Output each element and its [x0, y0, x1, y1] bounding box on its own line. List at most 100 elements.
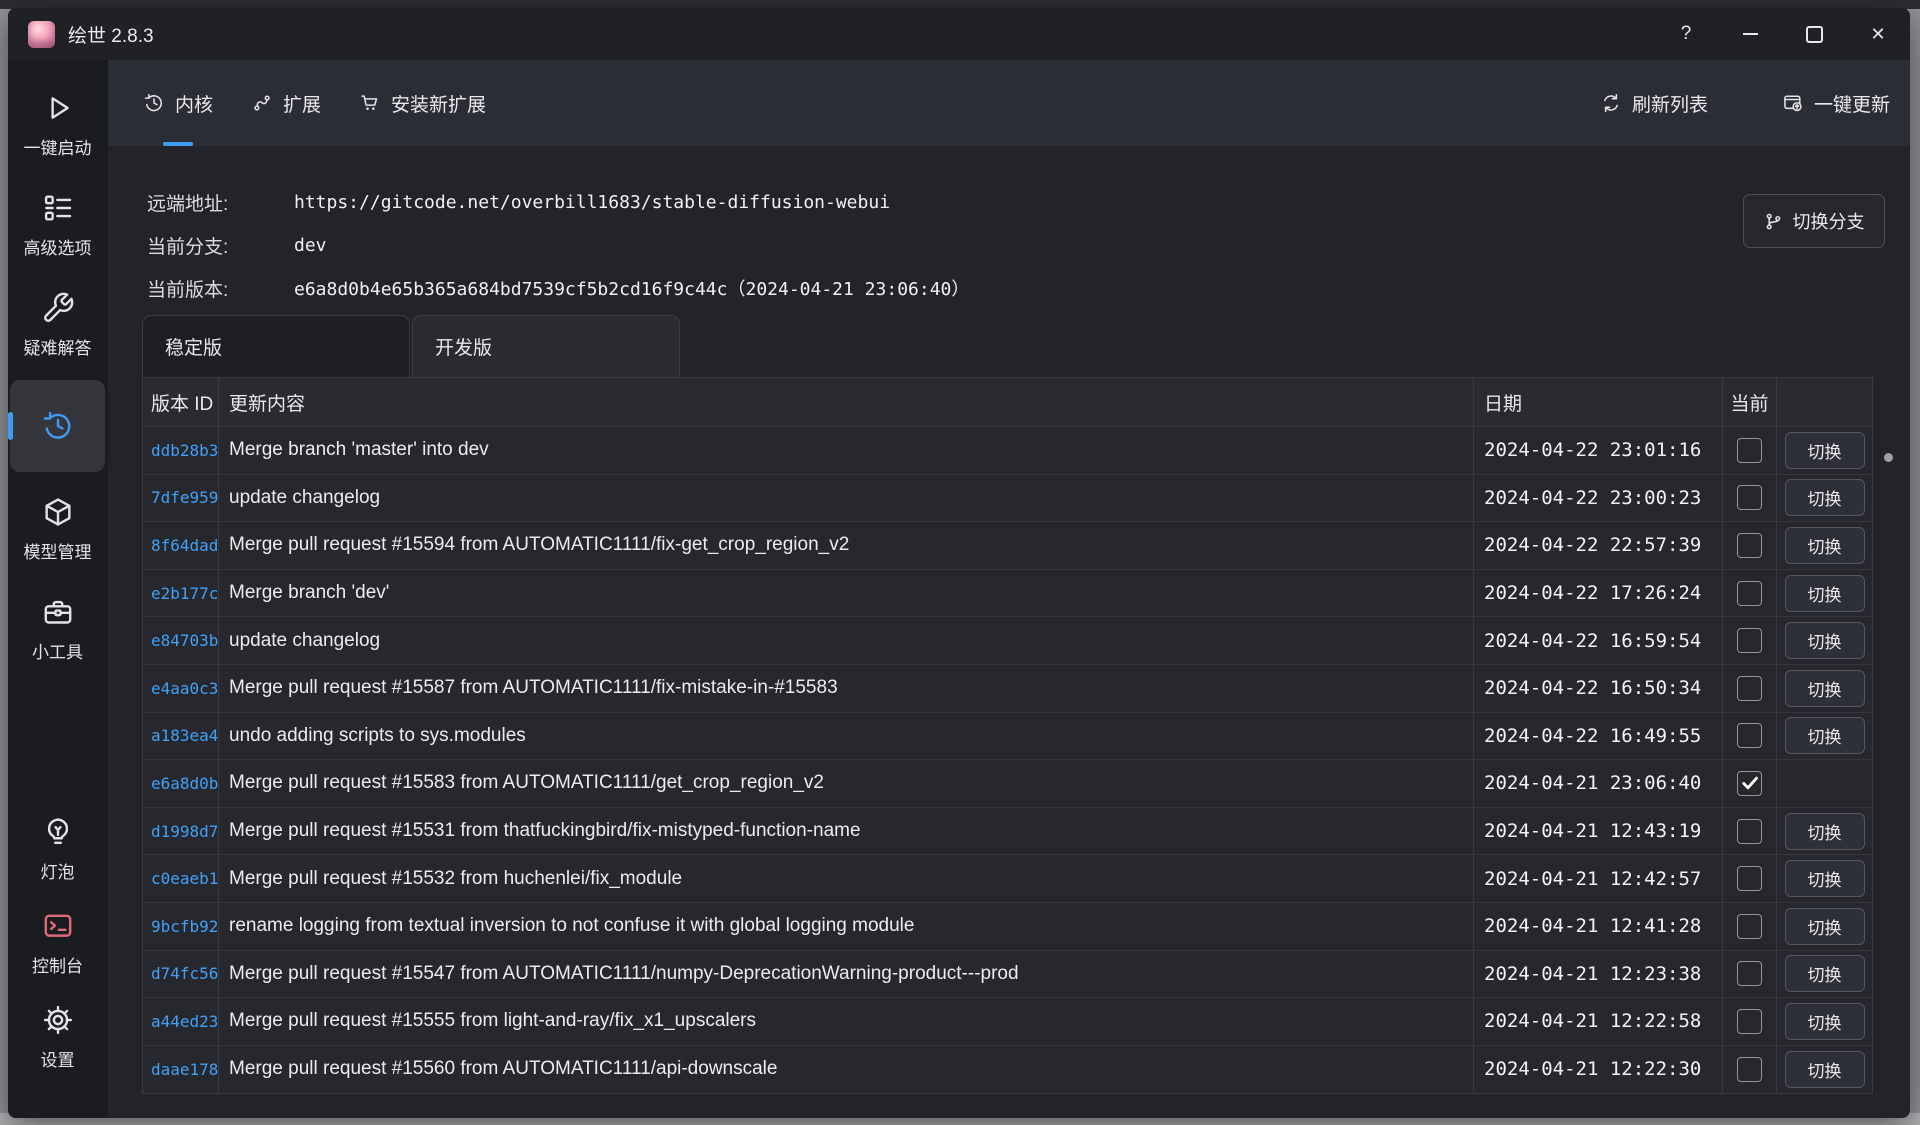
tab-kernel[interactable]: 内核 [143, 60, 213, 146]
minimize-button[interactable] [1718, 8, 1782, 60]
sidebar-item-model-manage[interactable]: 模型管理 [10, 484, 105, 572]
commit-date: 2024-04-22 16:49:55 [1474, 713, 1723, 760]
commit-message: rename logging from textual inversion to… [219, 903, 1474, 950]
switch-version-button[interactable]: 切换 [1785, 575, 1865, 612]
commit-id[interactable]: d74fc56 [143, 951, 219, 998]
header-action [1777, 378, 1872, 426]
remote-url-value: https://gitcode.net/overbill1683/stable-… [294, 192, 890, 213]
current-checkbox[interactable] [1737, 723, 1762, 748]
current-branch-value: dev [294, 235, 327, 256]
switch-version-button[interactable]: 切换 [1785, 527, 1865, 564]
info-label: 当前版本: [147, 275, 269, 302]
maximize-button[interactable] [1782, 8, 1846, 60]
play-icon [41, 91, 75, 125]
current-checkbox[interactable] [1737, 628, 1762, 653]
commit-id[interactable]: a44ed23 [143, 998, 219, 1045]
commit-id[interactable]: a183ea4 [143, 713, 219, 760]
current-checkbox[interactable] [1737, 581, 1762, 606]
shopping-cart-icon [359, 92, 381, 114]
close-button[interactable]: ✕ [1846, 8, 1910, 60]
commit-id[interactable]: 9bcfb92 [143, 903, 219, 950]
sidebar-item-label: 控制台 [32, 958, 83, 975]
switch-version-button[interactable]: 切换 [1785, 955, 1865, 992]
switch-version-button[interactable]: 切换 [1785, 432, 1865, 469]
sidebar-item-advanced-options[interactable]: 高级选项 [10, 180, 105, 268]
one-click-update-button[interactable]: 一键更新 [1782, 90, 1890, 117]
commit-id[interactable]: e4aa0c3 [143, 665, 219, 712]
commit-id[interactable]: 7dfe959 [143, 475, 219, 522]
table-row: e6a8d0bMerge pull request #15583 from AU… [143, 759, 1872, 807]
commit-message: Merge pull request #15594 from AUTOMATIC… [219, 522, 1474, 569]
sidebar-item-bulb[interactable]: 灯泡 [10, 804, 105, 892]
sidebar-item-version-manage[interactable] [10, 380, 105, 472]
switch-branch-button[interactable]: 切换分支 [1743, 194, 1885, 248]
current-checkbox[interactable] [1737, 438, 1762, 463]
sidebar-item-settings[interactable]: 设置 [10, 992, 105, 1080]
commit-id[interactable]: ddb28b3 [143, 427, 219, 474]
action-label: 一键更新 [1814, 90, 1890, 117]
sidebar-item-label: 高级选项 [24, 240, 92, 257]
current-checkbox[interactable] [1737, 866, 1762, 891]
commit-id[interactable]: e84703b [143, 617, 219, 664]
tab-install-extension[interactable]: 安装新扩展 [359, 60, 486, 146]
commit-date: 2024-04-21 12:41:28 [1474, 903, 1723, 950]
sidebar-spacer [8, 684, 108, 804]
switch-version-button[interactable]: 切换 [1785, 908, 1865, 945]
current-checkbox[interactable] [1737, 1009, 1762, 1034]
sidebar-item-troubleshoot[interactable]: 疑难解答 [10, 280, 105, 368]
current-checkbox[interactable] [1737, 485, 1762, 510]
current-checkbox[interactable] [1737, 533, 1762, 558]
switch-version-button[interactable]: 切换 [1785, 670, 1865, 707]
switch-version-button[interactable]: 切换 [1785, 813, 1865, 850]
tab-extensions[interactable]: 扩展 [251, 60, 321, 146]
app-icon [28, 21, 55, 48]
tab-label: 安装新扩展 [391, 90, 486, 117]
help-button[interactable]: ? [1654, 8, 1718, 60]
table-row: d1998d7Merge pull request #15531 from th… [143, 807, 1872, 855]
commit-id[interactable]: 8f64dad [143, 522, 219, 569]
switch-version-button[interactable]: 切换 [1785, 1003, 1865, 1040]
sidebar-item-console[interactable]: 控制台 [10, 898, 105, 986]
version-tab-dev[interactable]: 开发版 [412, 315, 680, 377]
commit-id[interactable]: d1998d7 [143, 808, 219, 855]
current-checkbox[interactable] [1737, 1057, 1762, 1082]
commit-id[interactable]: e2b177c [143, 570, 219, 617]
info-label: 远端地址: [147, 189, 269, 216]
switch-version-button[interactable]: 切换 [1785, 622, 1865, 659]
table-row: e4aa0c3Merge pull request #15587 from AU… [143, 664, 1872, 712]
commit-message: undo adding scripts to sys.modules [219, 713, 1474, 760]
table-row: 7dfe959update changelog2024-04-22 23:00:… [143, 474, 1872, 522]
current-checkbox[interactable] [1737, 961, 1762, 986]
current-checkbox[interactable] [1737, 914, 1762, 939]
sidebar-item-launch[interactable]: 一键启动 [10, 80, 105, 168]
current-checkbox[interactable] [1737, 771, 1762, 796]
switch-version-button[interactable]: 切换 [1785, 479, 1865, 516]
switch-version-button[interactable]: 切换 [1785, 860, 1865, 897]
switch-version-button[interactable]: 切换 [1785, 1051, 1865, 1088]
commit-message: Merge branch 'dev' [219, 570, 1474, 617]
sidebar-item-label: 疑难解答 [24, 340, 92, 357]
commit-date: 2024-04-21 12:42:57 [1474, 855, 1723, 902]
history-clock-icon [143, 92, 165, 114]
commit-id[interactable]: c0eaeb1 [143, 855, 219, 902]
commit-message: Merge pull request #15583 from AUTOMATIC… [219, 760, 1474, 807]
commit-message: Merge pull request #15547 from AUTOMATIC… [219, 951, 1474, 998]
action-label: 刷新列表 [1632, 90, 1708, 117]
current-checkbox[interactable] [1737, 676, 1762, 701]
commit-id[interactable]: e6a8d0b [143, 760, 219, 807]
sidebar-item-small-tools[interactable]: 小工具 [10, 584, 105, 672]
table-row: e2b177cMerge branch 'dev'2024-04-22 17:2… [143, 569, 1872, 617]
scrollbar-thumb[interactable] [1884, 453, 1893, 462]
refresh-list-button[interactable]: 刷新列表 [1600, 90, 1708, 117]
commit-id[interactable]: daae178 [143, 1046, 219, 1093]
active-indicator [8, 412, 13, 440]
table-row: c0eaeb1Merge pull request #15532 from hu… [143, 854, 1872, 902]
switch-version-button[interactable]: 切换 [1785, 717, 1865, 754]
commit-date: 2024-04-21 12:43:19 [1474, 808, 1723, 855]
table-row: 9bcfb92rename logging from textual inver… [143, 902, 1872, 950]
current-checkbox[interactable] [1737, 819, 1762, 844]
commit-date: 2024-04-21 12:22:30 [1474, 1046, 1723, 1093]
version-tab-stable[interactable]: 稳定版 [142, 315, 410, 377]
header-version-id: 版本 ID [143, 378, 219, 426]
link-node-icon [251, 92, 273, 114]
